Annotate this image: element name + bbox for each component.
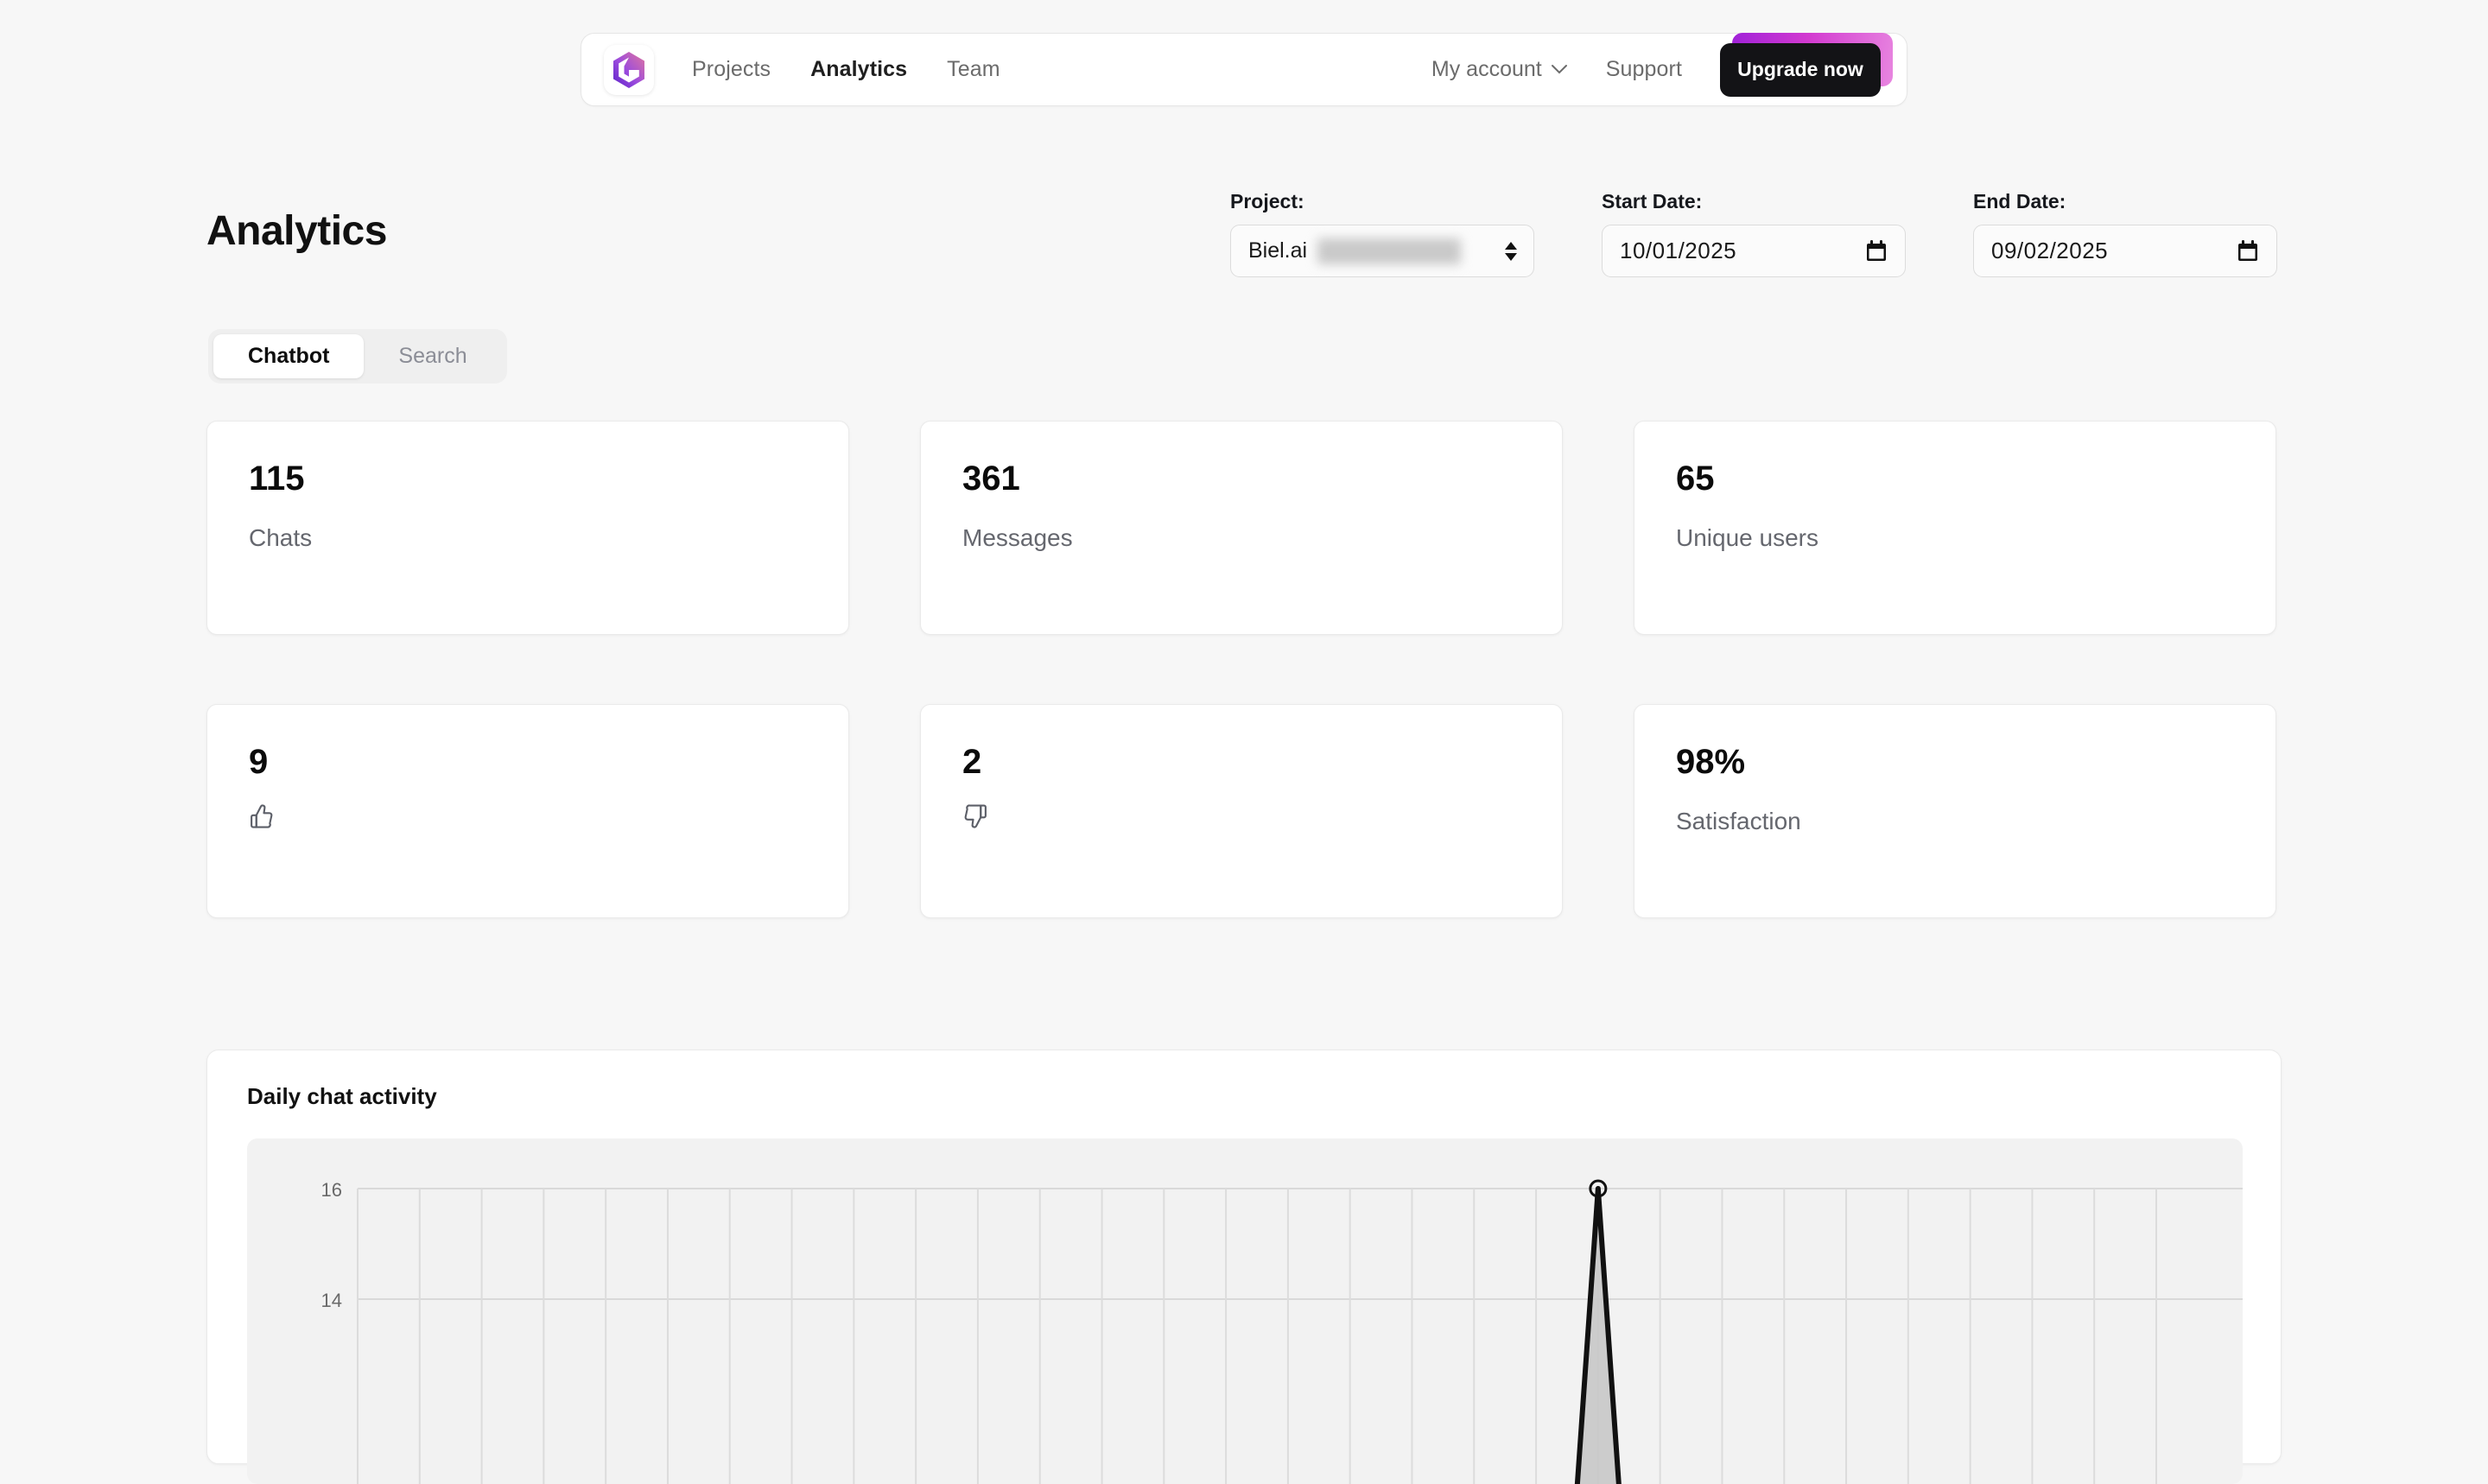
end-date-filter: End Date: 09/02/2025 — [1973, 190, 2277, 277]
chevron-down-icon — [1551, 65, 1567, 74]
project-select-value: Biel.ai — [1248, 238, 1308, 263]
end-date-label: End Date: — [1973, 190, 2066, 212]
stat-label: Unique users — [1676, 524, 1818, 551]
biel-logo-icon — [613, 51, 644, 88]
stat-label: Chats — [249, 524, 313, 551]
top-navbar: Projects Analytics Team My account Suppo… — [581, 32, 1907, 106]
upgrade-now-button[interactable]: Upgrade now — [1720, 42, 1881, 97]
thumbs-down-icon — [962, 803, 1520, 834]
project-redacted-text — [1317, 238, 1462, 264]
tab-chatbot[interactable]: Chatbot — [213, 334, 365, 378]
stat-value: 2 — [962, 743, 982, 781]
calendar-icon[interactable] — [1865, 239, 1888, 268]
start-date-label: Start Date: — [1602, 190, 1703, 212]
svg-text:16: 16 — [321, 1179, 342, 1201]
nav-right-group: My account Support Upgrade now — [1431, 32, 1893, 97]
chart-panel[interactable]: 14 16 — [247, 1138, 2243, 1484]
stat-label: Messages — [962, 524, 1073, 551]
nav-link-analytics[interactable]: Analytics — [810, 57, 907, 82]
end-date-input[interactable]: 09/02/2025 — [1973, 225, 2277, 277]
start-date-filter: Start Date: 10/01/2025 — [1602, 190, 1906, 277]
nav-link-projects[interactable]: Projects — [692, 57, 771, 82]
stat-card-unique-users: 65 Unique users — [1634, 421, 2276, 635]
my-account-label: My account — [1431, 57, 1542, 81]
start-date-input[interactable]: 10/01/2025 — [1602, 225, 1906, 277]
project-select[interactable]: Biel.ai — [1230, 225, 1534, 277]
stat-value: 361 — [962, 460, 1020, 498]
stat-value: 115 — [249, 460, 305, 498]
filters-bar: Project: Biel.ai Start Date: 10/01/2025 — [1230, 190, 2277, 277]
stat-card-thumbs-down: 2 — [920, 704, 1563, 918]
stat-card-satisfaction: 98% Satisfaction — [1634, 704, 2276, 918]
stat-card-chats: 115 Chats — [206, 421, 849, 635]
start-date-value: 10/01/2025 — [1620, 238, 1737, 263]
stat-label: Satisfaction — [1676, 808, 1801, 834]
nav-links: Projects Analytics Team — [692, 57, 1000, 82]
project-filter: Project: Biel.ai — [1230, 190, 1534, 277]
thumbs-up-icon — [249, 803, 807, 834]
daily-chat-activity-card: Daily chat activity 14 16 — [206, 1050, 2282, 1484]
stat-value: 9 — [249, 743, 269, 781]
stat-value: 98% — [1676, 743, 1746, 781]
stat-value: 65 — [1676, 460, 1715, 498]
project-filter-label: Project: — [1230, 190, 1304, 212]
nav-link-team[interactable]: Team — [947, 57, 1000, 82]
nav-link-support[interactable]: Support — [1606, 57, 1682, 82]
my-account-menu[interactable]: My account — [1431, 57, 1568, 82]
svg-text:14: 14 — [321, 1290, 342, 1311]
page-title: Analytics — [206, 208, 387, 254]
stat-card-grid: 115 Chats 361 Messages 65 Unique users 9… — [206, 421, 2282, 918]
end-date-value: 09/02/2025 — [1991, 238, 2109, 263]
stat-card-messages: 361 Messages — [920, 421, 1563, 635]
view-tabs: Chatbot Search — [208, 329, 507, 384]
chart-title: Daily chat activity — [247, 1083, 437, 1109]
select-stepper-icon[interactable] — [1505, 241, 1517, 261]
upgrade-button-wrap: Upgrade now — [1720, 32, 1893, 97]
biel-logo[interactable] — [604, 44, 654, 95]
tab-search[interactable]: Search — [364, 334, 501, 378]
stat-card-thumbs-up: 9 — [206, 704, 849, 918]
daily-chat-activity-chart: 14 16 — [321, 1179, 2243, 1484]
calendar-icon[interactable] — [2237, 239, 2259, 268]
